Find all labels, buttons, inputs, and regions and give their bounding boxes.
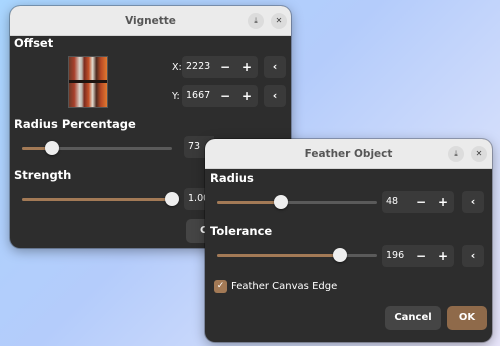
tolerance-fill — [217, 254, 341, 257]
radius-fill — [217, 201, 281, 204]
radius-increment-button[interactable]: + — [432, 191, 454, 213]
offset-label: Offset — [14, 36, 54, 50]
tolerance-slider[interactable] — [217, 248, 377, 262]
feather-canvas-edge-label[interactable]: Feather Canvas Edge — [231, 281, 337, 292]
radius-label: Radius — [210, 171, 254, 185]
ok-button[interactable]: OK — [447, 306, 487, 330]
y-decrement-button[interactable]: − — [214, 85, 236, 107]
x-decrement-button[interactable]: − — [214, 56, 236, 78]
radius-knob[interactable] — [274, 195, 288, 209]
radius-percentage-slider[interactable] — [22, 141, 172, 155]
download-icon[interactable]: ⤓ — [448, 146, 464, 162]
x-label: X: — [172, 62, 182, 73]
radius-percentage-label: Radius Percentage — [14, 117, 136, 131]
cancel-button[interactable]: Cancel — [385, 306, 441, 330]
strength-label: Strength — [14, 168, 72, 182]
radius-reset-button[interactable]: ‹ — [462, 191, 484, 213]
y-label: Y: — [172, 91, 180, 102]
tolerance-label: Tolerance — [210, 224, 273, 238]
x-input[interactable]: 2223 — [182, 56, 214, 78]
close-icon[interactable]: ✕ — [471, 146, 487, 162]
tolerance-increment-button[interactable]: + — [432, 245, 454, 267]
y-reset-button[interactable]: ‹ — [264, 85, 286, 107]
strength-fill — [22, 198, 172, 201]
strength-knob[interactable] — [165, 192, 179, 206]
tolerance-input[interactable]: 196 — [382, 245, 410, 267]
y-input[interactable]: 1667 — [182, 85, 214, 107]
tolerance-knob[interactable] — [333, 248, 348, 262]
close-icon[interactable]: ✕ — [271, 13, 287, 29]
radius-percentage-knob[interactable] — [45, 141, 59, 155]
radius-decrement-button[interactable]: − — [410, 191, 432, 213]
image-thumbnail — [68, 56, 108, 108]
radius-slider[interactable] — [217, 195, 377, 209]
x-reset-button[interactable]: ‹ — [264, 56, 286, 78]
tolerance-decrement-button[interactable]: − — [410, 245, 432, 267]
strength-slider[interactable] — [22, 192, 179, 206]
feather-titlebar[interactable]: Feather Object ⤓ ✕ — [205, 139, 492, 169]
feather-window: Feather Object ⤓ ✕ Radius 48 − + ‹ Toler… — [205, 139, 492, 342]
y-increment-button[interactable]: + — [236, 85, 258, 107]
download-icon[interactable]: ⤓ — [248, 13, 264, 29]
feather-canvas-edge-checkbox[interactable]: ✓ — [214, 280, 227, 293]
vignette-titlebar[interactable]: Vignette ⤓ ✕ — [10, 6, 291, 36]
radius-input[interactable]: 48 — [382, 191, 410, 213]
tolerance-reset-button[interactable]: ‹ — [462, 245, 484, 267]
x-increment-button[interactable]: + — [236, 56, 258, 78]
